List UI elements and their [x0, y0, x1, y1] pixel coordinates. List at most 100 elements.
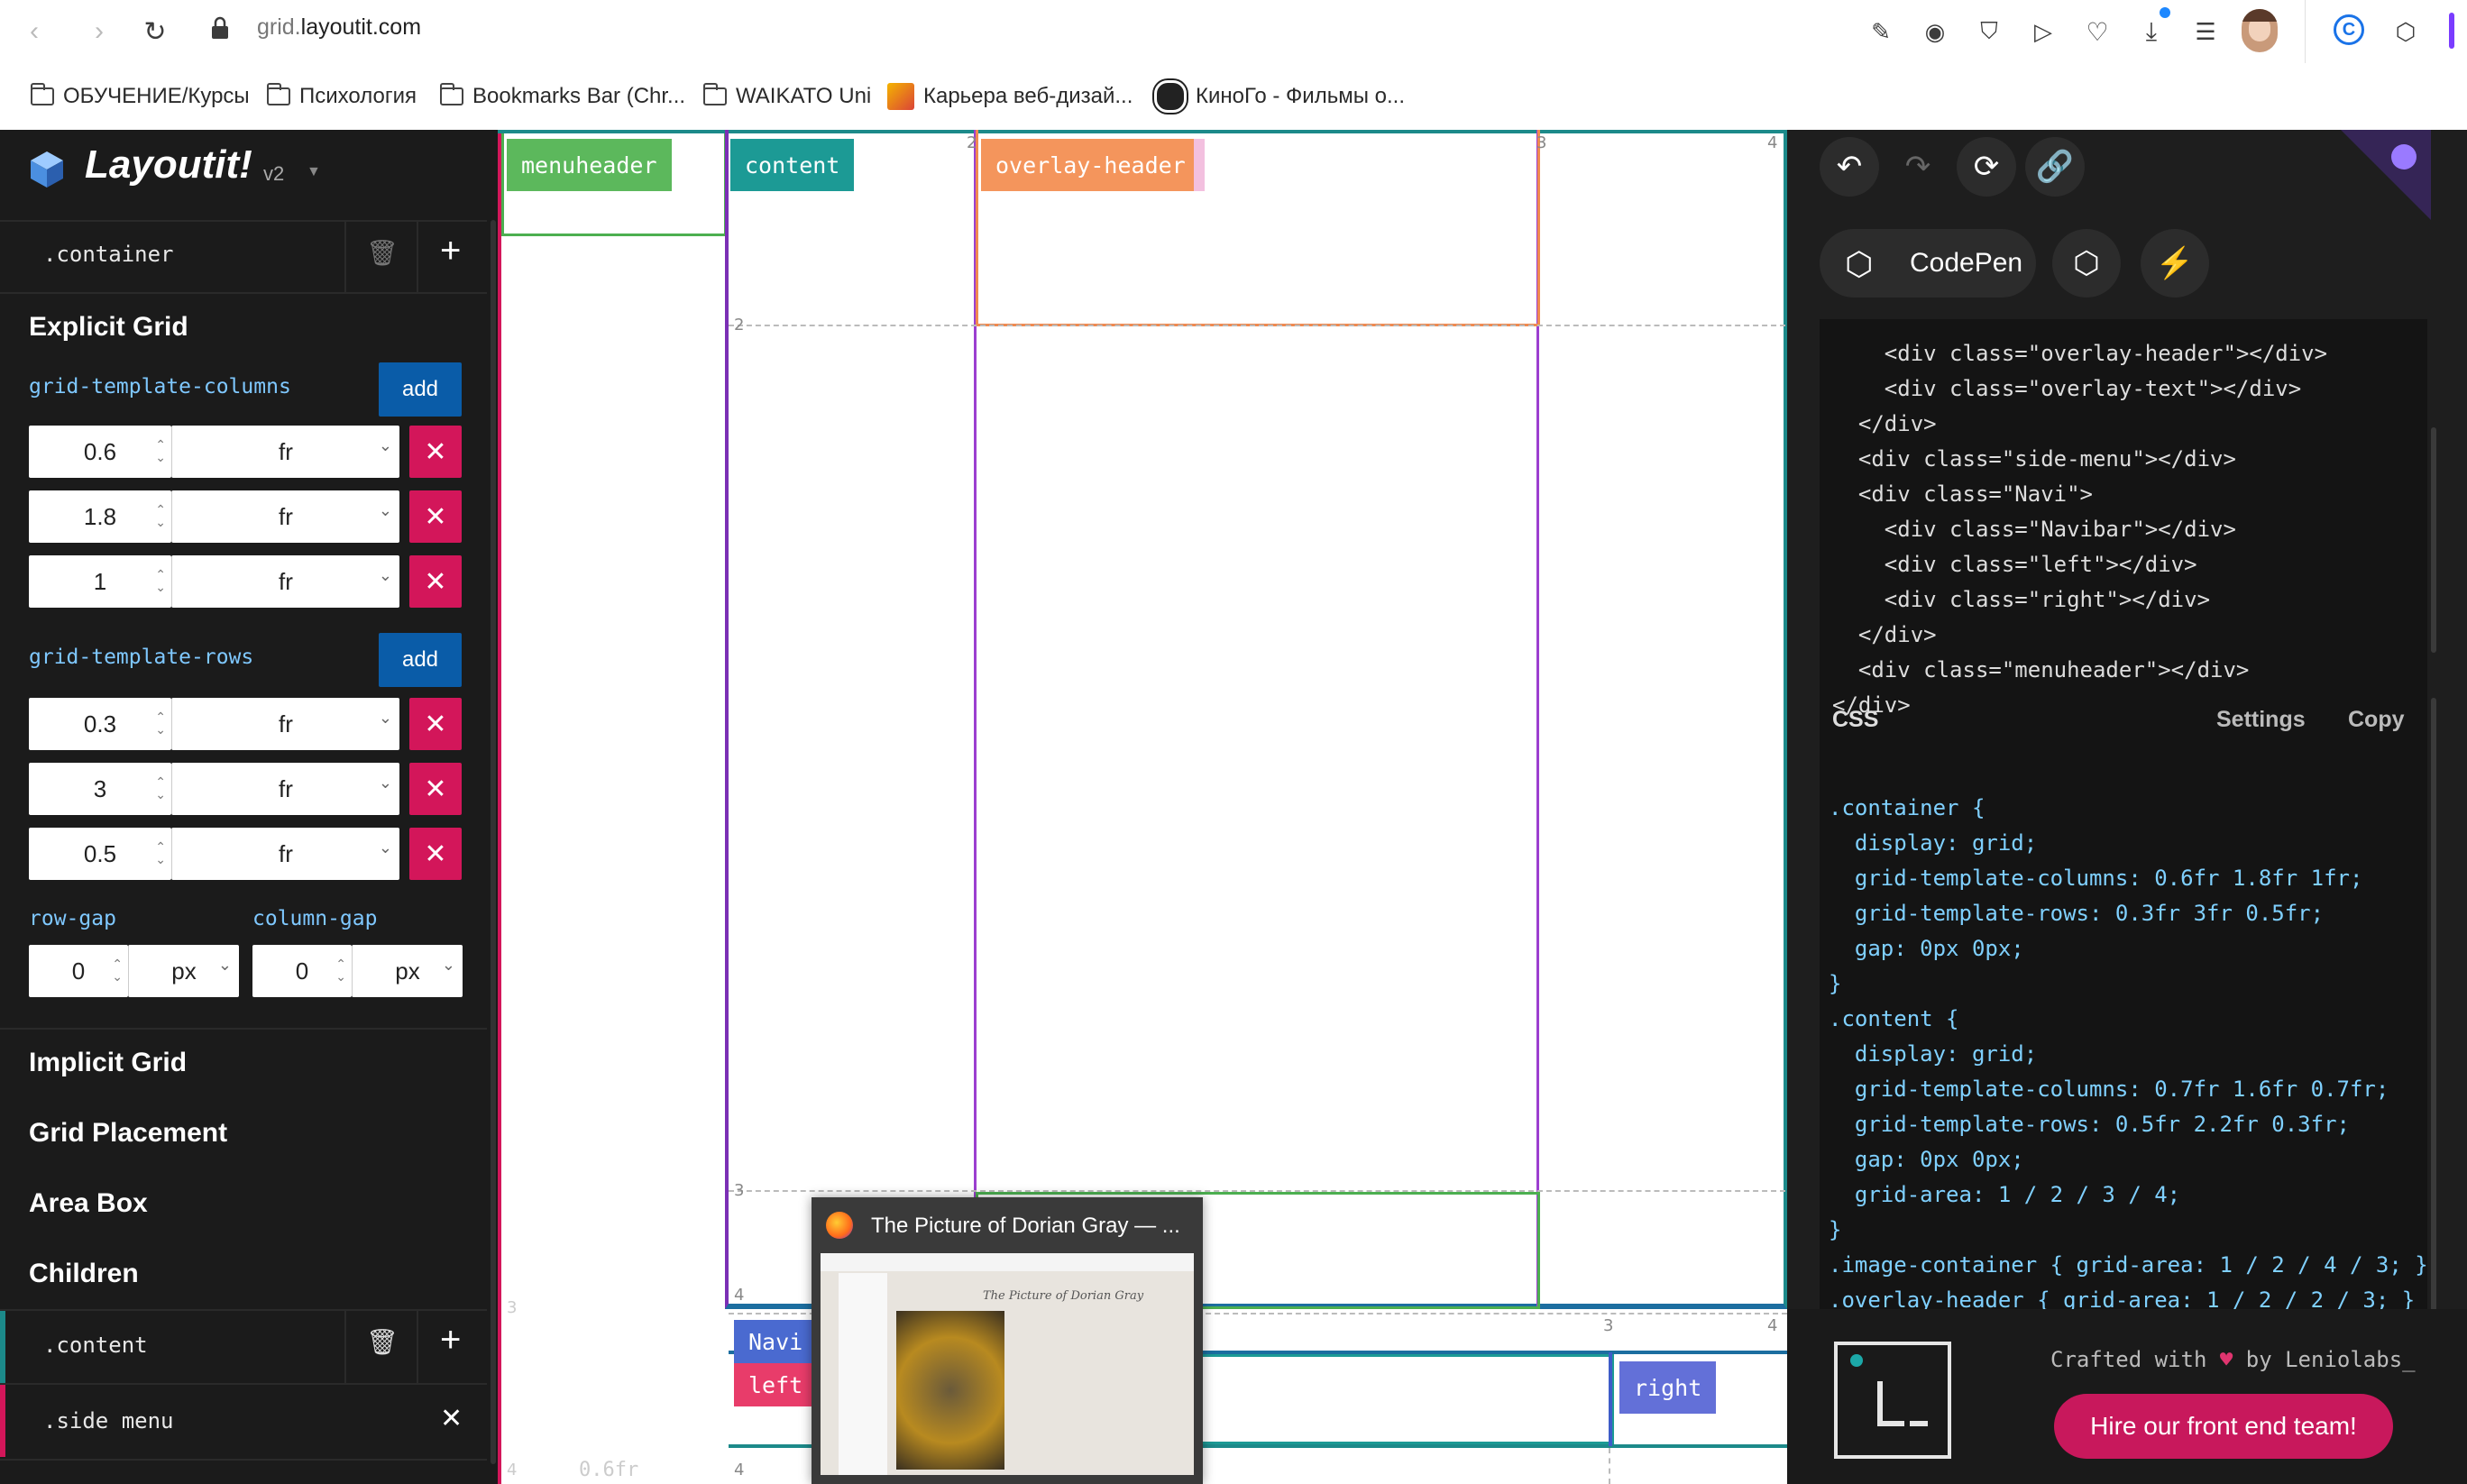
trash-icon[interactable]: 🗑: [366, 238, 399, 268]
address-bar[interactable]: grid.layoutit.com: [257, 14, 421, 41]
row-value-input[interactable]: 0.5 ⌃ ⌄: [29, 828, 171, 880]
settings-button[interactable]: Settings: [2216, 707, 2306, 733]
content-label[interactable]: content: [730, 139, 855, 191]
preview-doc-title: The Picture of Dorian Gray: [983, 1289, 1144, 1303]
css-title: CSS: [1832, 707, 1879, 732]
menu-lines-icon[interactable]: ☰: [2187, 14, 2224, 50]
forward-icon[interactable]: ›: [81, 14, 117, 50]
logo-cube-icon: [27, 150, 67, 189]
reload-icon[interactable]: ↻: [137, 14, 173, 50]
download-icon[interactable]: ⤓: [2133, 14, 2169, 50]
copy-button[interactable]: Copy: [2348, 707, 2405, 733]
area-box-title[interactable]: Area Box: [29, 1188, 148, 1219]
undo-icon[interactable]: ↶: [1820, 137, 1879, 197]
remove-column-button[interactable]: ✕: [409, 555, 462, 608]
grid-col-line: [1609, 1448, 1610, 1484]
child-side-menu-item[interactable]: .side menu: [43, 1408, 174, 1434]
column-gap-unit-select[interactable]: px ⌄: [352, 945, 463, 997]
grid-placement-title[interactable]: Grid Placement: [29, 1118, 227, 1149]
hire-button[interactable]: Hire our front end team!: [2054, 1394, 2393, 1459]
heart-icon[interactable]: ♡: [2079, 14, 2115, 50]
cube-icon[interactable]: ⬡: [2052, 229, 2121, 298]
column-unit-select[interactable]: fr ⌄: [171, 490, 399, 543]
bookmark-item[interactable]: ОБУЧЕНИЕ/Курсы: [31, 79, 250, 114]
column-value-input[interactable]: 1.8 ⌃ ⌄: [29, 490, 171, 543]
column-value-input[interactable]: 0.6 ⌃ ⌄: [29, 426, 171, 478]
lightning-icon[interactable]: ⚡: [2141, 229, 2209, 298]
codepen-button[interactable]: ⬡ CodePen: [1820, 229, 2036, 298]
child-content-item[interactable]: .content: [43, 1333, 148, 1358]
column-gap-input[interactable]: 0 ⌃ ⌄: [252, 945, 352, 997]
back-icon[interactable]: ‹: [16, 14, 52, 50]
github-corner-icon[interactable]: [2341, 130, 2431, 220]
container-selector[interactable]: .container: [43, 242, 174, 267]
column-unit-select[interactable]: fr ⌄: [171, 555, 399, 608]
implicit-grid-title[interactable]: Implicit Grid: [29, 1048, 187, 1078]
redo-icon[interactable]: ↷: [1888, 137, 1948, 197]
add-icon[interactable]: +: [440, 231, 461, 271]
avatar[interactable]: [2242, 9, 2278, 52]
remove-row-button[interactable]: ✕: [409, 763, 462, 815]
bookmark-item[interactable]: Bookmarks Bar (Chr...: [440, 79, 685, 114]
version-label[interactable]: v2: [263, 162, 284, 186]
spinner-icon[interactable]: ⌃ ⌄: [155, 775, 166, 801]
remove-column-button[interactable]: ✕: [409, 426, 462, 478]
children-title[interactable]: Children: [29, 1259, 139, 1289]
preview-thumbnail[interactable]: The Picture of Dorian Gray: [821, 1253, 1194, 1475]
left-label[interactable]: left: [734, 1363, 818, 1406]
bookmark-item[interactable]: Психология: [267, 79, 417, 114]
sidebar-handle[interactable]: [2449, 13, 2454, 49]
html-scrollbar[interactable]: [2431, 427, 2436, 653]
bookmark-item[interactable]: КиноГо - Фильмы о...: [1154, 79, 1405, 114]
remove-column-button[interactable]: ✕: [409, 490, 462, 543]
refresh-icon[interactable]: ⟳: [1957, 137, 2016, 197]
spinner-icon[interactable]: ⌃ ⌄: [155, 568, 166, 593]
row-gap-input[interactable]: 0 ⌃ ⌄: [29, 945, 128, 997]
window-preview-popup[interactable]: The Picture of Dorian Gray — ... The Pic…: [812, 1197, 1203, 1484]
spinner-icon[interactable]: ⌃ ⌄: [155, 710, 166, 736]
close-icon[interactable]: ✕: [440, 1403, 463, 1434]
explicit-grid-title[interactable]: Explicit Grid: [29, 312, 188, 343]
remove-row-button[interactable]: ✕: [409, 698, 462, 750]
navi-label[interactable]: Navi: [734, 1320, 818, 1363]
col-tick: 3: [1536, 133, 1547, 152]
overlay-header-label[interactable]: overlay-header: [981, 139, 1200, 191]
play-icon[interactable]: ▷: [2025, 14, 2061, 50]
html-code-block[interactable]: <div class="overlay-header"></div> <div …: [1820, 319, 2427, 806]
right-label[interactable]: right: [1619, 1361, 1717, 1414]
spinner-icon[interactable]: ⌃ ⌄: [155, 438, 166, 463]
add-column-button[interactable]: add: [379, 362, 462, 417]
remove-row-button[interactable]: ✕: [409, 828, 462, 880]
row-unit-select[interactable]: fr ⌄: [171, 763, 399, 815]
camera-icon[interactable]: ◉: [1917, 14, 1953, 50]
row-unit-select[interactable]: fr ⌄: [171, 698, 399, 750]
sidebar-scrollbar[interactable]: [491, 220, 496, 1464]
bookmark-item[interactable]: WAIKATO Uni: [703, 79, 871, 114]
menuheader-label[interactable]: menuheader: [507, 139, 672, 191]
row-value-input[interactable]: 0.3 ⌃ ⌄: [29, 698, 171, 750]
trash-icon[interactable]: 🗑: [366, 1327, 399, 1357]
spinner-icon[interactable]: ⌃ ⌄: [155, 840, 166, 866]
spinner-icon[interactable]: ⌃ ⌄: [155, 503, 166, 528]
chevron-down-icon: ⌄: [378, 774, 392, 792]
row-value-input[interactable]: 3 ⌃ ⌄: [29, 763, 171, 815]
download-badge: [2160, 7, 2170, 18]
spinner-icon[interactable]: ⌃ ⌄: [112, 957, 123, 983]
link-icon[interactable]: 🔗: [2025, 137, 2085, 197]
edit-icon[interactable]: ✎: [1863, 14, 1899, 50]
leniolabs-logo[interactable]: [1834, 1342, 1951, 1459]
copyright-extension-icon[interactable]: C: [2334, 14, 2364, 45]
add-icon[interactable]: +: [440, 1320, 461, 1360]
bookmark-item[interactable]: Карьера веб-дизай...: [887, 79, 1133, 114]
lock-icon[interactable]: [209, 15, 231, 39]
row-gap-unit-select[interactable]: px ⌄: [128, 945, 239, 997]
shield-icon[interactable]: ⛉: [1971, 14, 2007, 50]
spinner-icon[interactable]: ⌃ ⌄: [335, 957, 346, 983]
add-row-button[interactable]: add: [379, 633, 462, 687]
column-unit-select[interactable]: fr ⌄: [171, 426, 399, 478]
css-scrollbar[interactable]: [2431, 698, 2436, 1347]
chevron-down-icon[interactable]: ▼: [307, 164, 321, 180]
row-unit-select[interactable]: fr ⌄: [171, 828, 399, 880]
column-value-input[interactable]: 1 ⌃ ⌄: [29, 555, 171, 608]
cube-icon[interactable]: ⬡: [2388, 14, 2424, 50]
